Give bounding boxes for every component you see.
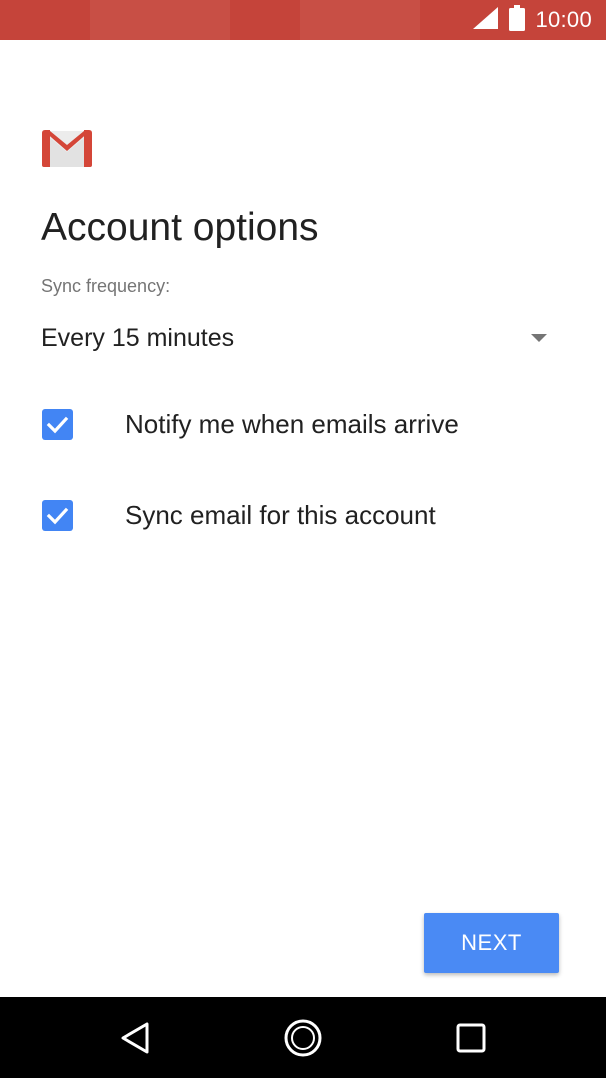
back-button[interactable] — [95, 997, 175, 1078]
notify-emails-checkbox[interactable] — [42, 409, 73, 440]
checkmark-icon — [46, 416, 69, 434]
sync-email-option[interactable]: Sync email for this account — [42, 495, 562, 535]
home-button[interactable] — [263, 997, 343, 1078]
status-time: 10:00 — [535, 7, 592, 32]
status-bar-decoration — [300, 0, 420, 40]
gmail-logo — [40, 128, 94, 170]
notify-emails-label: Notify me when emails arrive — [125, 409, 459, 439]
sync-email-checkbox[interactable] — [42, 500, 73, 531]
status-bar-decoration — [90, 0, 230, 40]
status-bar: 10:00 — [0, 0, 606, 40]
signal-icon — [473, 6, 499, 35]
status-icons: 10:00 — [473, 0, 592, 40]
dropdown-arrow-icon — [531, 334, 547, 342]
recents-button[interactable] — [431, 997, 511, 1078]
page-title: Account options — [41, 206, 319, 249]
notify-emails-option[interactable]: Notify me when emails arrive — [42, 404, 562, 444]
recents-icon — [456, 1023, 486, 1052]
checkmark-icon — [46, 507, 69, 525]
sync-email-label: Sync email for this account — [125, 500, 436, 530]
next-button[interactable]: NEXT — [424, 913, 559, 973]
sync-frequency-value: Every 15 minutes — [41, 324, 235, 352]
back-icon — [121, 1022, 149, 1053]
sync-frequency-dropdown[interactable]: Every 15 minutes — [41, 320, 551, 360]
sync-frequency-label: Sync frequency: — [41, 276, 171, 296]
home-icon — [284, 1019, 322, 1056]
battery-icon — [509, 4, 526, 36]
navigation-bar — [0, 997, 606, 1078]
